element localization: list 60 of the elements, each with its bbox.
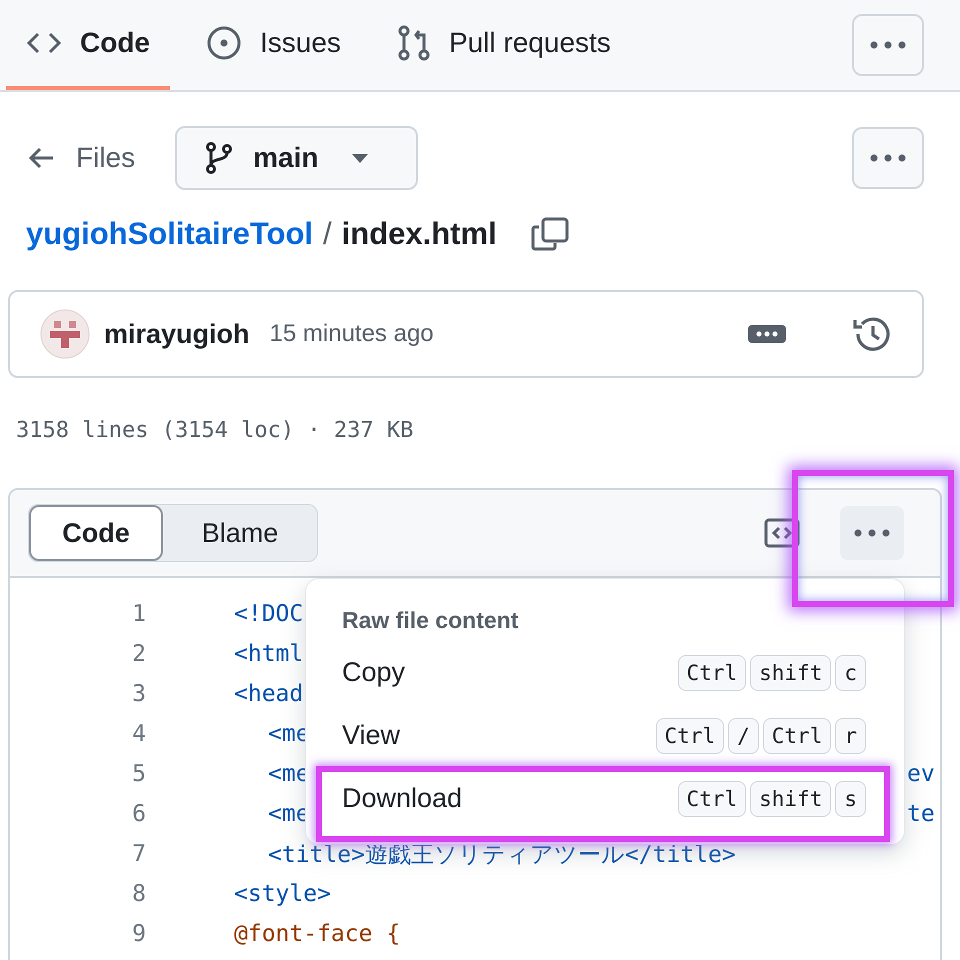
shortcut-key: Ctrl bbox=[762, 718, 832, 754]
code-icon bbox=[26, 31, 62, 55]
commit-message-icon[interactable] bbox=[748, 325, 786, 343]
line-number: 8 bbox=[131, 881, 146, 907]
code-line: te bbox=[907, 801, 935, 827]
line-number: 2 bbox=[131, 641, 146, 667]
line-number: 3 bbox=[131, 681, 146, 707]
back-link[interactable]: Files bbox=[28, 142, 136, 174]
line-number: 1 bbox=[131, 601, 146, 627]
code-line: <html bbox=[234, 641, 304, 667]
shortcut-key: r bbox=[835, 718, 866, 754]
file-name: index.html bbox=[342, 216, 497, 252]
shortcut-key: s bbox=[835, 780, 866, 816]
shortcut-key: Ctrl bbox=[656, 718, 724, 754]
nav-tab[interactable]: Code bbox=[6, 0, 170, 90]
caret-icon bbox=[352, 154, 368, 162]
menu-item[interactable]: Copy Ctrl shift c bbox=[306, 641, 904, 704]
copy-icon[interactable] bbox=[530, 217, 569, 251]
repo-link[interactable]: yugiohSolitaireTool bbox=[26, 216, 314, 252]
avatar-icon bbox=[40, 309, 90, 359]
shortcut-key: / bbox=[728, 718, 759, 754]
nav-tab[interactable]: Issues bbox=[186, 0, 361, 90]
nav-tab[interactable]: Pull requests bbox=[376, 0, 631, 90]
more-icon bbox=[870, 154, 906, 162]
code-line: <!DOC bbox=[234, 601, 304, 627]
branch-button[interactable]: main bbox=[175, 126, 418, 190]
line-number: 7 bbox=[131, 841, 146, 867]
shortcut-key: Ctrl bbox=[678, 654, 746, 690]
file-stats: 3158 lines (3154 loc) · 237 KB bbox=[15, 417, 414, 445]
code-line: <style> bbox=[234, 881, 331, 907]
menu-heading: Raw file content bbox=[341, 607, 520, 635]
history-icon[interactable] bbox=[852, 315, 892, 353]
shortcut-key: shift bbox=[750, 654, 832, 690]
line-number: 4 bbox=[131, 721, 146, 747]
more-button[interactable] bbox=[840, 506, 904, 560]
author-link[interactable]: mirayugioh bbox=[104, 318, 250, 350]
line-number: 9 bbox=[131, 921, 146, 947]
view-mode-tab[interactable]: Blame bbox=[163, 505, 317, 561]
shortcut-key: Ctrl bbox=[678, 780, 746, 816]
back-arrow-icon bbox=[28, 147, 54, 169]
issue-icon bbox=[206, 25, 242, 61]
more-button[interactable] bbox=[852, 127, 924, 189]
menu-item[interactable]: Download Ctrl shift s bbox=[306, 767, 904, 830]
shortcut-key: shift bbox=[750, 780, 832, 816]
line-number: 5 bbox=[131, 761, 146, 787]
code-line: ev bbox=[907, 761, 935, 787]
branch-icon bbox=[205, 142, 234, 174]
line-number: 6 bbox=[131, 801, 146, 827]
code-line: <head bbox=[234, 681, 304, 707]
more-icon bbox=[870, 41, 906, 49]
shortcut-key: c bbox=[835, 654, 866, 690]
more-icon bbox=[854, 529, 890, 537]
pull-request-icon bbox=[396, 25, 431, 61]
commit-time: 15 minutes ago bbox=[270, 320, 434, 348]
code-square-icon bbox=[764, 518, 800, 548]
menu-item[interactable]: View Ctrl / Ctrl r bbox=[306, 704, 904, 767]
path-separator: / bbox=[323, 216, 332, 252]
code-line: @font-face { bbox=[234, 921, 400, 947]
view-mode-tab[interactable]: Code bbox=[29, 505, 163, 561]
more-button[interactable] bbox=[852, 14, 924, 76]
